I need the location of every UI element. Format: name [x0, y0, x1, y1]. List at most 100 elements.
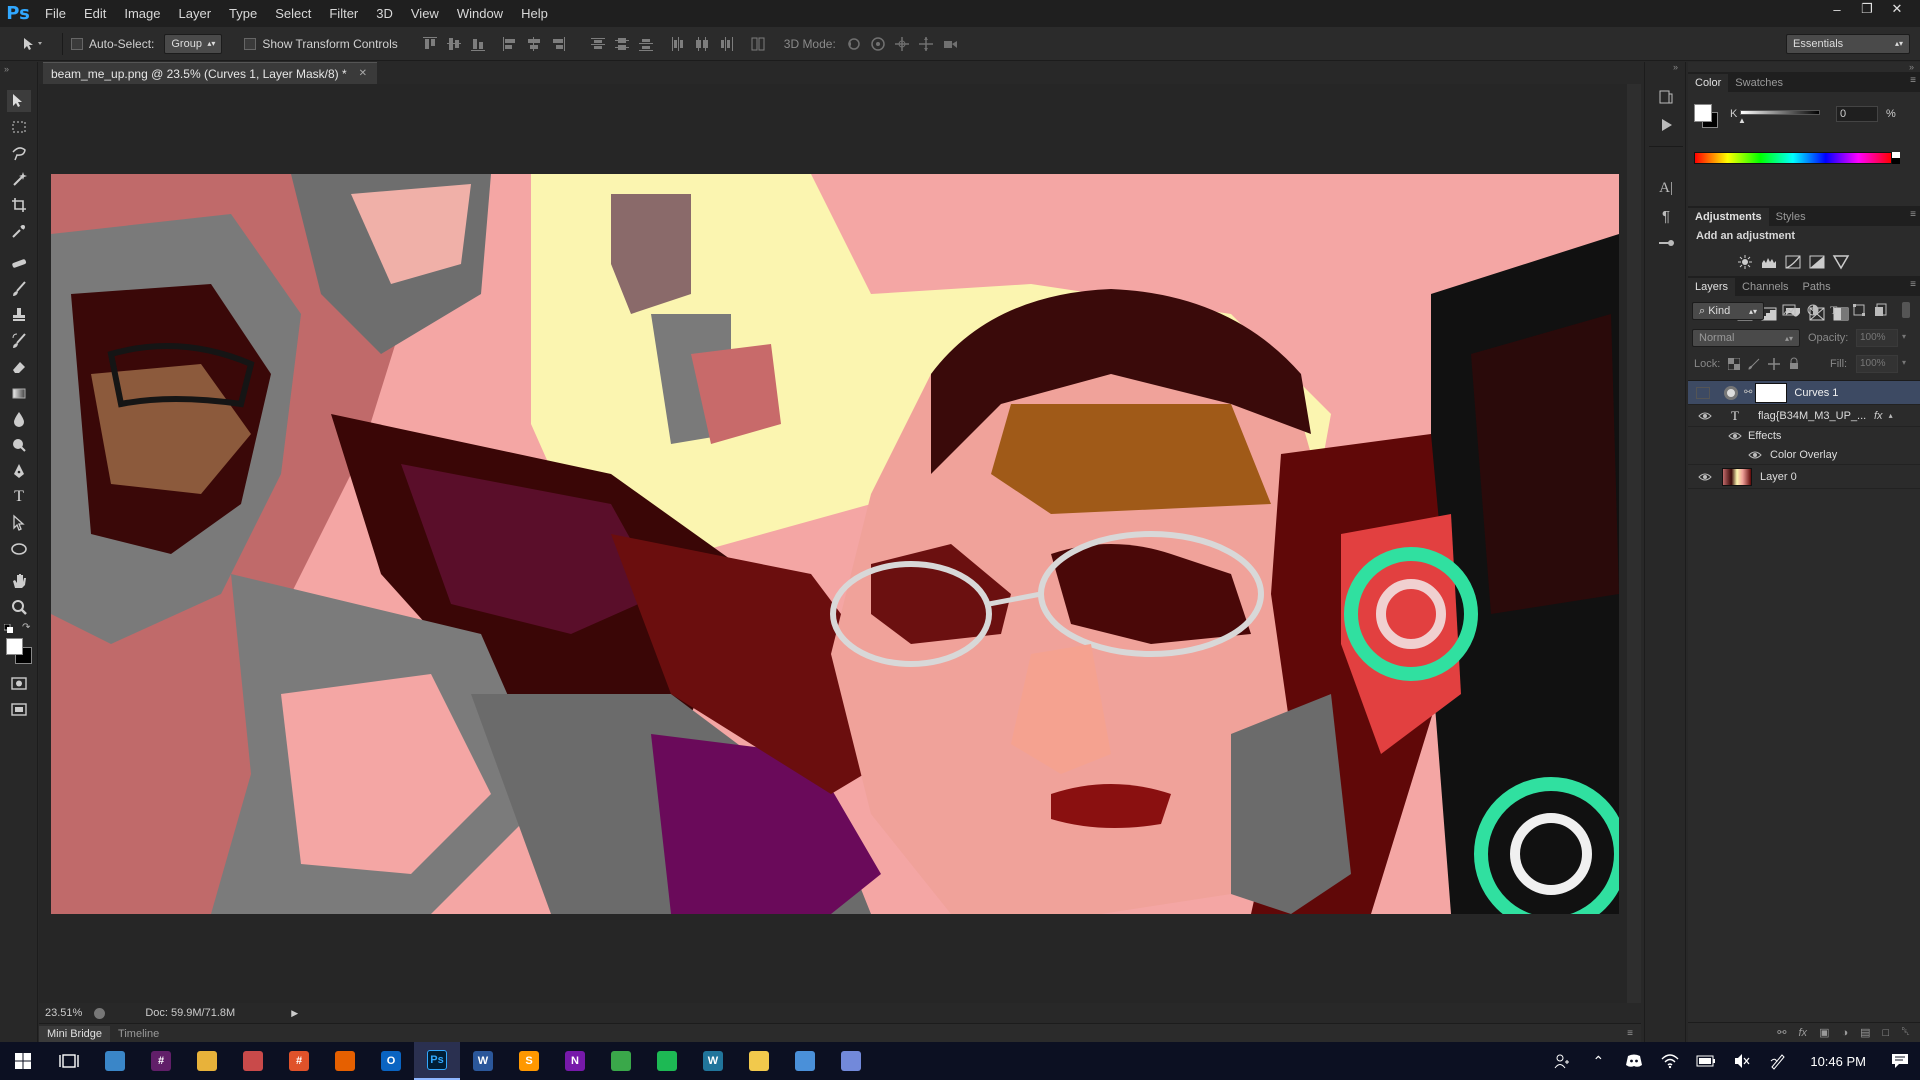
action-center-icon[interactable] [1880, 1042, 1920, 1080]
spectrum-black-white-patch[interactable] [1892, 152, 1900, 164]
taskbar-app-outlook[interactable]: O [368, 1042, 414, 1080]
document-canvas[interactable] [51, 174, 1619, 914]
distribute-top-icon[interactable] [589, 35, 607, 53]
taskbar-app-sublime[interactable]: S [506, 1042, 552, 1080]
tab-adjustments[interactable]: Adjustments [1688, 208, 1769, 226]
wifi-icon[interactable] [1652, 1042, 1688, 1080]
3d-rotate-icon[interactable] [845, 35, 863, 53]
menu-edit[interactable]: Edit [75, 0, 115, 27]
color-fg-swatch[interactable] [1694, 104, 1712, 122]
layer-row-layer0[interactable]: Layer 0 [1688, 465, 1920, 489]
taskbar-app-explorer-window[interactable] [92, 1042, 138, 1080]
menu-file[interactable]: File [36, 0, 75, 27]
tab-color[interactable]: Color [1688, 74, 1729, 92]
align-bottom-edges-icon[interactable] [469, 35, 487, 53]
crop-tool-icon[interactable] [7, 194, 31, 216]
menu-image[interactable]: Image [115, 0, 169, 27]
show-hidden-icons-icon[interactable]: ⌃ [1580, 1042, 1616, 1080]
adjustments-panel-menu-icon[interactable]: ≡ [1910, 209, 1916, 220]
taskbar-app-gallery[interactable] [736, 1042, 782, 1080]
panels-collapse-icon[interactable]: » [1909, 62, 1914, 72]
show-transform-controls-checkbox[interactable] [244, 37, 257, 50]
close-tab-icon[interactable]: ✕ [359, 68, 367, 79]
taskbar-app-onenote[interactable]: N [552, 1042, 598, 1080]
menu-3d[interactable]: 3D [367, 0, 402, 27]
taskbar-app-hashtag-app[interactable]: # [276, 1042, 322, 1080]
filter-shape-icon[interactable] [1852, 303, 1866, 317]
close-button[interactable]: ✕ [1882, 0, 1912, 18]
taskbar-app-maps[interactable] [598, 1042, 644, 1080]
actions-panel-icon[interactable] [1657, 116, 1675, 134]
taskbar-app-discord[interactable] [828, 1042, 874, 1080]
align-left-edges-icon[interactable] [501, 35, 519, 53]
tab-styles[interactable]: Styles [1769, 208, 1813, 226]
start-button[interactable] [0, 1042, 46, 1080]
fill-field[interactable]: 100% [1856, 355, 1898, 373]
paragraph-panel-icon[interactable]: ¶ [1657, 208, 1675, 226]
task-view-icon[interactable] [46, 1042, 92, 1080]
discord-tray-icon[interactable] [1616, 1042, 1652, 1080]
status-menu-arrow-icon[interactable]: ▶ [291, 1008, 298, 1019]
auto-select-checkbox[interactable] [71, 37, 83, 50]
blend-mode-dropdown[interactable]: Normal ▴▾ [1692, 329, 1800, 347]
layer-name[interactable]: flag{B34M_M3_UP_... [1758, 410, 1870, 422]
taskbar-app-file-explorer[interactable] [184, 1042, 230, 1080]
effects-expand-icon[interactable]: ▴ [1889, 411, 1893, 420]
align-horizontal-centers-icon[interactable] [525, 35, 543, 53]
distribute-vertical-centers-icon[interactable] [613, 35, 631, 53]
character-panel-icon[interactable]: A| [1657, 180, 1675, 198]
magic-wand-tool-icon[interactable] [7, 168, 31, 190]
move-tool-preset-icon[interactable] [14, 31, 54, 57]
layer-name[interactable]: Curves 1 [1794, 387, 1838, 399]
3d-roll-icon[interactable] [869, 35, 887, 53]
quick-mask-icon[interactable] [7, 672, 31, 694]
lock-transparent-pixels-icon[interactable] [1728, 358, 1740, 370]
people-icon[interactable] [1544, 1042, 1580, 1080]
distribute-bottom-icon[interactable] [637, 35, 655, 53]
filter-smart-object-icon[interactable] [1874, 303, 1888, 317]
lock-image-pixels-icon[interactable] [1748, 358, 1760, 370]
distribute-right-icon[interactable] [717, 35, 735, 53]
brush-panel-icon[interactable] [1657, 234, 1675, 252]
tab-layers[interactable]: Layers [1688, 278, 1736, 296]
vertical-scrollbar[interactable] [1627, 84, 1641, 1012]
menu-select[interactable]: Select [266, 0, 320, 27]
toolbar-collapse-icon[interactable]: » [4, 64, 9, 74]
eye-icon[interactable] [1698, 472, 1712, 482]
filter-adjustment-icon[interactable] [1806, 303, 1820, 317]
layer-row-effects[interactable]: Effects [1688, 427, 1920, 445]
pen-workspace-icon[interactable] [1760, 1042, 1796, 1080]
align-vertical-centers-icon[interactable] [445, 35, 463, 53]
taskbar-app-photoshop[interactable]: Ps [414, 1042, 460, 1080]
layer-mask-thumbnail[interactable] [1755, 382, 1788, 403]
zoom-tool-icon[interactable] [7, 596, 31, 618]
foreground-color-swatch[interactable] [6, 638, 23, 655]
curves-icon[interactable] [1784, 254, 1802, 270]
menu-help[interactable]: Help [512, 0, 557, 27]
dock-collapse-icon[interactable]: » [1673, 62, 1678, 72]
3d-scale-icon[interactable] [941, 35, 959, 53]
history-brush-tool-icon[interactable] [7, 330, 31, 352]
new-layer-icon[interactable]: □ [1883, 1027, 1890, 1039]
eraser-tool-icon[interactable] [7, 356, 31, 378]
battery-icon[interactable] [1688, 1042, 1724, 1080]
taskbar-app-slack[interactable]: # [138, 1042, 184, 1080]
eye-icon[interactable] [1748, 450, 1762, 460]
levels-icon[interactable] [1760, 254, 1778, 270]
color-panel-menu-icon[interactable]: ≡ [1910, 75, 1916, 86]
hand-tool-icon[interactable] [7, 570, 31, 592]
bottom-panel-menu-icon[interactable]: ≡ [1627, 1028, 1633, 1039]
tab-mini-bridge[interactable]: Mini Bridge [39, 1025, 111, 1042]
new-adjustment-layer-icon[interactable]: ◑ [1841, 1027, 1848, 1039]
layer-row-color-overlay[interactable]: Color Overlay [1688, 445, 1920, 465]
pen-tool-icon[interactable] [7, 460, 31, 482]
add-mask-icon[interactable]: ▣ [1819, 1026, 1829, 1039]
spot-healing-tool-icon[interactable] [7, 252, 31, 274]
clone-stamp-tool-icon[interactable] [7, 304, 31, 326]
lock-position-icon[interactable] [1768, 358, 1780, 370]
ellipse-tool-icon[interactable] [7, 538, 31, 560]
swap-colors-icon[interactable]: ↷ [22, 622, 30, 633]
taskbar-app-firefox[interactable] [322, 1042, 368, 1080]
align-right-edges-icon[interactable] [549, 35, 567, 53]
move-tool-icon[interactable] [7, 90, 31, 112]
